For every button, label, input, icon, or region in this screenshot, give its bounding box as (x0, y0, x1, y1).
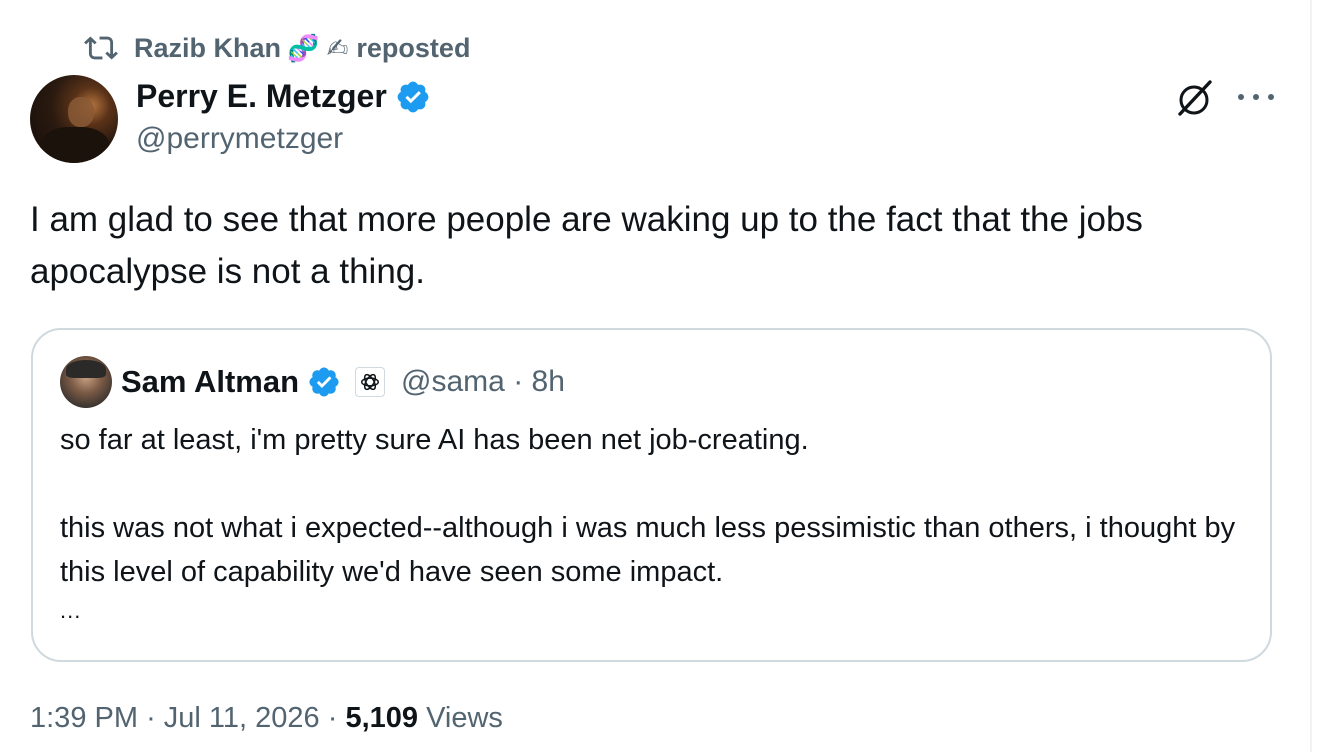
more-options-icon[interactable] (1238, 82, 1274, 112)
avatar-figure (40, 127, 110, 163)
meta-separator: · (146, 702, 164, 734)
verified-badge-icon[interactable] (395, 79, 431, 115)
tweet-metadata: 1:39 PM · Jul 11, 2026 · 5,109 Views (30, 702, 503, 735)
author-avatar[interactable] (30, 75, 118, 163)
tweet-text: I am glad to see that more people are wa… (30, 200, 1153, 291)
quoted-tweet-card[interactable]: Sam Altman @sama · 8h so far at least, i… (31, 328, 1272, 662)
quoted-tweet-header: Sam Altman @sama · 8h (121, 362, 565, 402)
more-dot (1253, 94, 1259, 100)
author-handle[interactable]: @perrymetzger (136, 122, 343, 156)
quoted-author-handle[interactable]: @sama (401, 365, 505, 398)
reposter-name[interactable]: Razib Khan (134, 33, 281, 64)
author-name[interactable]: Perry E. Metzger (136, 78, 387, 115)
quoted-author-meta: @sama · 8h (401, 365, 565, 399)
reposter-emojis: 🧬 ✍ (287, 32, 349, 63)
tweet-date[interactable]: Jul 11, 2026 (164, 702, 320, 734)
tweet-time[interactable]: 1:39 PM (30, 702, 138, 734)
quoted-tweet-text: so far at least, i'm pretty sure AI has … (60, 424, 1236, 588)
more-dot (1238, 94, 1244, 100)
grok-icon[interactable] (1172, 76, 1216, 120)
meta-separator: · (327, 702, 346, 734)
meta-separator: · (513, 365, 532, 398)
repost-icon (84, 36, 118, 60)
openai-logo-icon (361, 373, 379, 391)
timeline-border (1310, 0, 1312, 752)
quoted-author-avatar[interactable] (60, 356, 112, 408)
avatar-face (68, 97, 94, 127)
verified-badge-icon[interactable] (307, 365, 341, 399)
openai-affiliate-icon[interactable] (355, 367, 386, 397)
quoted-tweet-truncation: ... (60, 598, 82, 623)
avatar-hat (66, 360, 106, 378)
quoted-tweet-age[interactable]: 8h (532, 365, 565, 398)
reposted-label: reposted (356, 32, 471, 63)
views-label: Views (426, 702, 503, 734)
repost-context[interactable]: Razib Khan 🧬 ✍ reposted (84, 30, 470, 66)
author-name-row[interactable]: Perry E. Metzger (136, 78, 431, 115)
views-count[interactable]: 5,109 (345, 702, 418, 734)
more-dot (1268, 94, 1274, 100)
quoted-author-name[interactable]: Sam Altman (121, 364, 299, 400)
